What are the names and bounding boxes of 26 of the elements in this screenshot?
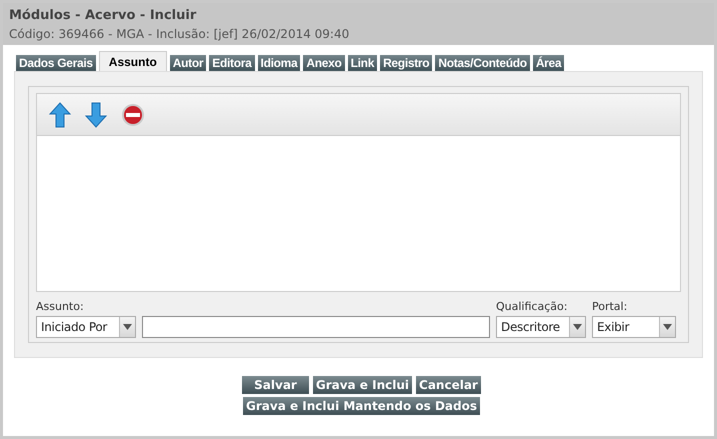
tab[interactable]: Assunto	[98, 51, 167, 71]
tab[interactable]: Link	[348, 55, 378, 71]
tab[interactable]: Idioma	[258, 55, 300, 71]
action-button[interactable]: Cancelar	[416, 376, 481, 394]
record-info: Código: 369466 - MGA - Inclusão: [jef] 26/02/2014 09:40	[9, 26, 350, 43]
tab[interactable]: Autor	[170, 55, 206, 71]
remove-icon[interactable]	[121, 102, 145, 126]
down-arrow-icon[interactable]	[85, 102, 107, 128]
tab[interactable]: Dados Gerais	[16, 55, 96, 71]
select-field[interactable]: Descritore	[496, 316, 586, 338]
action-button[interactable]: Grava e Inclui Mantendo os Dados	[243, 397, 480, 415]
page-title: Módulos - Acervo - Incluir	[9, 7, 198, 25]
select-field[interactable]: Exibir	[592, 316, 676, 338]
tab[interactable]: Área	[532, 55, 564, 71]
tab[interactable]: Anexo	[303, 55, 345, 71]
up-arrow-icon[interactable]	[49, 102, 71, 128]
tab[interactable]: Registro	[380, 55, 432, 71]
field-label: Qualificação:	[496, 300, 568, 314]
tab[interactable]: Notas/Conteúdo	[435, 55, 530, 71]
field-label: Portal:	[592, 300, 628, 314]
select-field[interactable]: Iniciado Por	[36, 316, 136, 338]
action-button[interactable]: Salvar	[242, 376, 309, 394]
tab[interactable]: Editora	[209, 55, 255, 71]
action-button[interactable]: Grava e Inclui	[312, 376, 412, 394]
subject-input[interactable]	[142, 316, 490, 338]
field-label: Assunto:	[36, 300, 85, 314]
